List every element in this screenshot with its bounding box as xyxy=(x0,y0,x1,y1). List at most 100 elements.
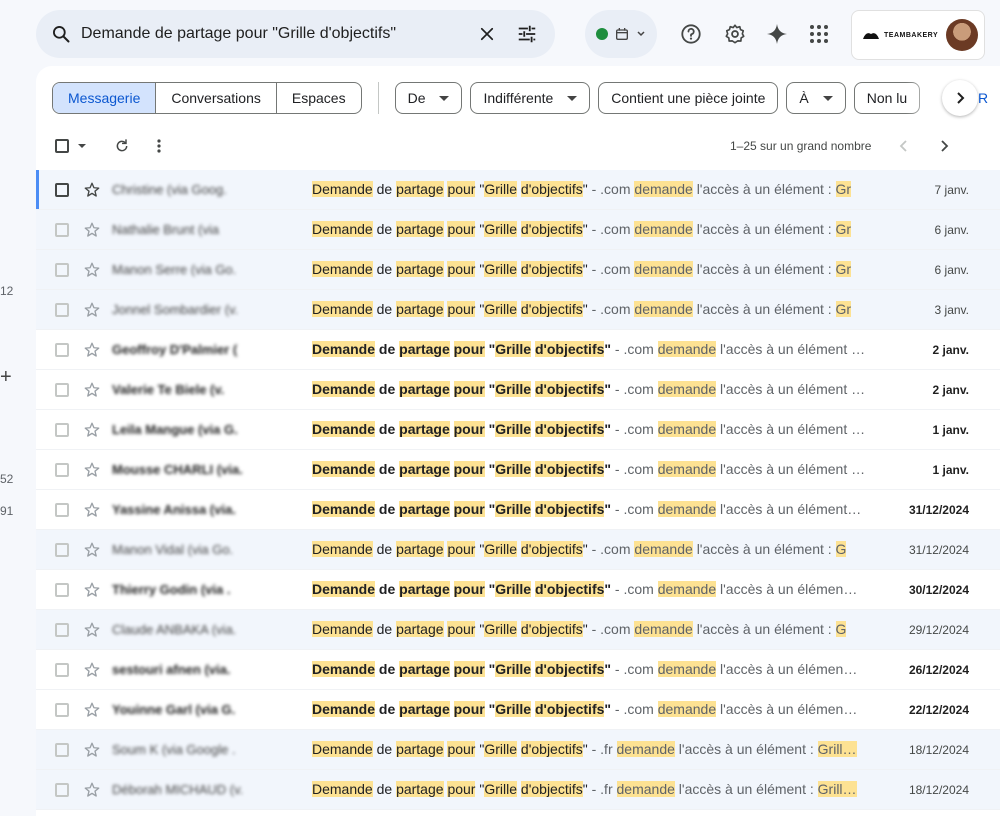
star-icon[interactable] xyxy=(83,181,101,199)
sender-name: Yassine Anissa (via. xyxy=(112,502,236,517)
chevron-down-icon xyxy=(637,31,645,37)
star-icon[interactable] xyxy=(83,501,101,519)
settings-button[interactable] xyxy=(715,14,755,54)
message-subject: Demande de partage pour "Grille d'object… xyxy=(312,661,858,677)
tab-messagerie[interactable]: Messagerie xyxy=(53,83,156,113)
row-checkbox[interactable] xyxy=(55,383,69,397)
sender-name: Soum K (via Google . xyxy=(112,742,236,757)
table-row[interactable]: Nathalie Brunt (via Demande de partage po… xyxy=(36,210,1000,250)
chevron-right-icon xyxy=(957,92,965,104)
row-checkbox[interactable] xyxy=(55,663,69,677)
row-checkbox[interactable] xyxy=(55,303,69,317)
sparkle-icon xyxy=(767,24,787,44)
table-row[interactable]: sestouri afnen (via. Demande de partage p… xyxy=(36,650,1000,690)
filter-to-chip[interactable]: À xyxy=(786,82,846,114)
help-button[interactable] xyxy=(671,14,711,54)
row-checkbox[interactable] xyxy=(55,423,69,437)
star-icon[interactable] xyxy=(83,581,101,599)
tab-espaces[interactable]: Espaces xyxy=(275,83,361,113)
star-icon[interactable] xyxy=(83,461,101,479)
table-row[interactable]: Jonnel Sombardier (v. Demande de partage … xyxy=(36,290,1000,330)
row-checkbox[interactable] xyxy=(55,343,69,357)
search-input[interactable]: Demande de partage pour "Grille d'object… xyxy=(81,25,467,43)
list-toolbar: 1–25 sur un grand nombre xyxy=(36,130,1000,162)
mail-list-panel: Messagerie Conversations Espaces De Indi… xyxy=(36,66,1000,816)
advanced-search-link[interactable]: R xyxy=(978,90,988,106)
search-icon[interactable] xyxy=(51,24,71,44)
chip-label: De xyxy=(407,90,426,106)
chip-label: À xyxy=(799,90,809,106)
star-icon[interactable] xyxy=(83,741,101,759)
table-row[interactable]: Claude ANBAKA (via. Demande de partage po… xyxy=(36,610,1000,650)
message-subject: Demande de partage pour "Grille d'object… xyxy=(312,741,857,757)
status-selector[interactable] xyxy=(585,10,657,58)
account-switcher[interactable]: TEAMBAKERY xyxy=(851,10,985,60)
message-date: 3 janv. xyxy=(934,303,969,317)
compose-plus-icon[interactable]: + xyxy=(0,366,12,389)
star-icon[interactable] xyxy=(83,621,101,639)
message-subject: Demande de partage pour "Grille d'object… xyxy=(312,181,852,197)
row-checkbox[interactable] xyxy=(55,623,69,637)
caret-down-icon xyxy=(78,144,86,148)
more-vert-icon xyxy=(157,139,161,153)
star-icon[interactable] xyxy=(83,781,101,799)
table-row[interactable]: Soum K (via Google . Demande de partage p… xyxy=(36,730,1000,770)
table-row[interactable]: Manon Vidal (via Go. Demande de partage p… xyxy=(36,530,1000,570)
table-row[interactable]: Youinne Garl (via G. Demande de partage p… xyxy=(36,690,1000,730)
star-icon[interactable] xyxy=(83,341,101,359)
table-row[interactable]: Geoffroy D'Palmier (Demande de partage p… xyxy=(36,330,1000,370)
star-icon[interactable] xyxy=(83,541,101,559)
row-checkbox[interactable] xyxy=(55,583,69,597)
row-checkbox[interactable] xyxy=(55,503,69,517)
filter-date-chip[interactable]: Indifférente xyxy=(470,82,591,114)
newer-page-button[interactable] xyxy=(898,130,910,162)
table-row[interactable]: Manon Serre (via Go. Demande de partage p… xyxy=(36,250,1000,290)
row-checkbox[interactable] xyxy=(55,263,69,277)
message-date: 31/12/2024 xyxy=(908,503,969,517)
search-options-button[interactable] xyxy=(507,14,547,54)
star-icon[interactable] xyxy=(83,661,101,679)
table-row[interactable]: Thierry Godin (via . Demande de partage p… xyxy=(36,570,1000,610)
table-row[interactable]: Yassine Anissa (via. Demande de partage p… xyxy=(36,490,1000,530)
sender-name: Manon Vidal (via Go. xyxy=(112,542,234,557)
table-row[interactable]: Déborah MICHAUD (v. Demande de partage po… xyxy=(36,770,1000,810)
star-icon[interactable] xyxy=(83,301,101,319)
tune-icon xyxy=(518,25,536,43)
teambakery-logo xyxy=(863,33,879,39)
row-checkbox[interactable] xyxy=(55,783,69,797)
row-checkbox[interactable] xyxy=(55,543,69,557)
chips-scroll-right-button[interactable] xyxy=(942,80,978,116)
table-row[interactable]: Leila Mangue (via G. Demande de partage p… xyxy=(36,410,1000,450)
filter-from-chip[interactable]: De xyxy=(394,82,463,114)
sender-name: Thierry Godin (via . xyxy=(112,582,231,597)
table-row[interactable]: Mousse CHARLI (via. Demande de partage po… xyxy=(36,450,1000,490)
gemini-button[interactable] xyxy=(757,14,797,54)
star-icon[interactable] xyxy=(83,261,101,279)
table-row[interactable]: Valerie Te Biele (v. Demande de partage p… xyxy=(36,370,1000,410)
tab-conversations[interactable]: Conversations xyxy=(155,83,276,113)
row-checkbox[interactable] xyxy=(55,183,69,197)
older-page-button[interactable] xyxy=(938,130,950,162)
message-date: 2 janv. xyxy=(932,343,969,357)
clear-search-button[interactable] xyxy=(467,14,507,54)
more-options-button[interactable] xyxy=(156,130,162,162)
star-icon[interactable] xyxy=(83,221,101,239)
search-bar[interactable]: Demande de partage pour "Grille d'object… xyxy=(36,10,555,58)
select-menu-button[interactable] xyxy=(77,130,87,162)
star-icon[interactable] xyxy=(83,421,101,439)
star-icon[interactable] xyxy=(83,701,101,719)
row-checkbox[interactable] xyxy=(55,743,69,757)
star-icon[interactable] xyxy=(83,381,101,399)
message-subject: Demande de partage pour "Grille d'object… xyxy=(312,781,857,797)
select-all-checkbox[interactable] xyxy=(55,130,69,162)
refresh-button[interactable] xyxy=(114,130,130,162)
account-logo-text: TEAMBAKERY xyxy=(884,31,939,39)
row-checkbox[interactable] xyxy=(55,223,69,237)
table-row[interactable]: Christine (via Goog. Demande de partage p… xyxy=(36,170,1000,210)
filter-attachment-chip[interactable]: Contient une pièce jointe xyxy=(598,82,779,114)
apps-button[interactable] xyxy=(799,14,839,54)
row-checkbox[interactable] xyxy=(55,463,69,477)
row-checkbox[interactable] xyxy=(55,703,69,717)
avatar[interactable] xyxy=(946,19,978,51)
message-subject: Demande de partage pour "Grille d'object… xyxy=(312,381,866,397)
